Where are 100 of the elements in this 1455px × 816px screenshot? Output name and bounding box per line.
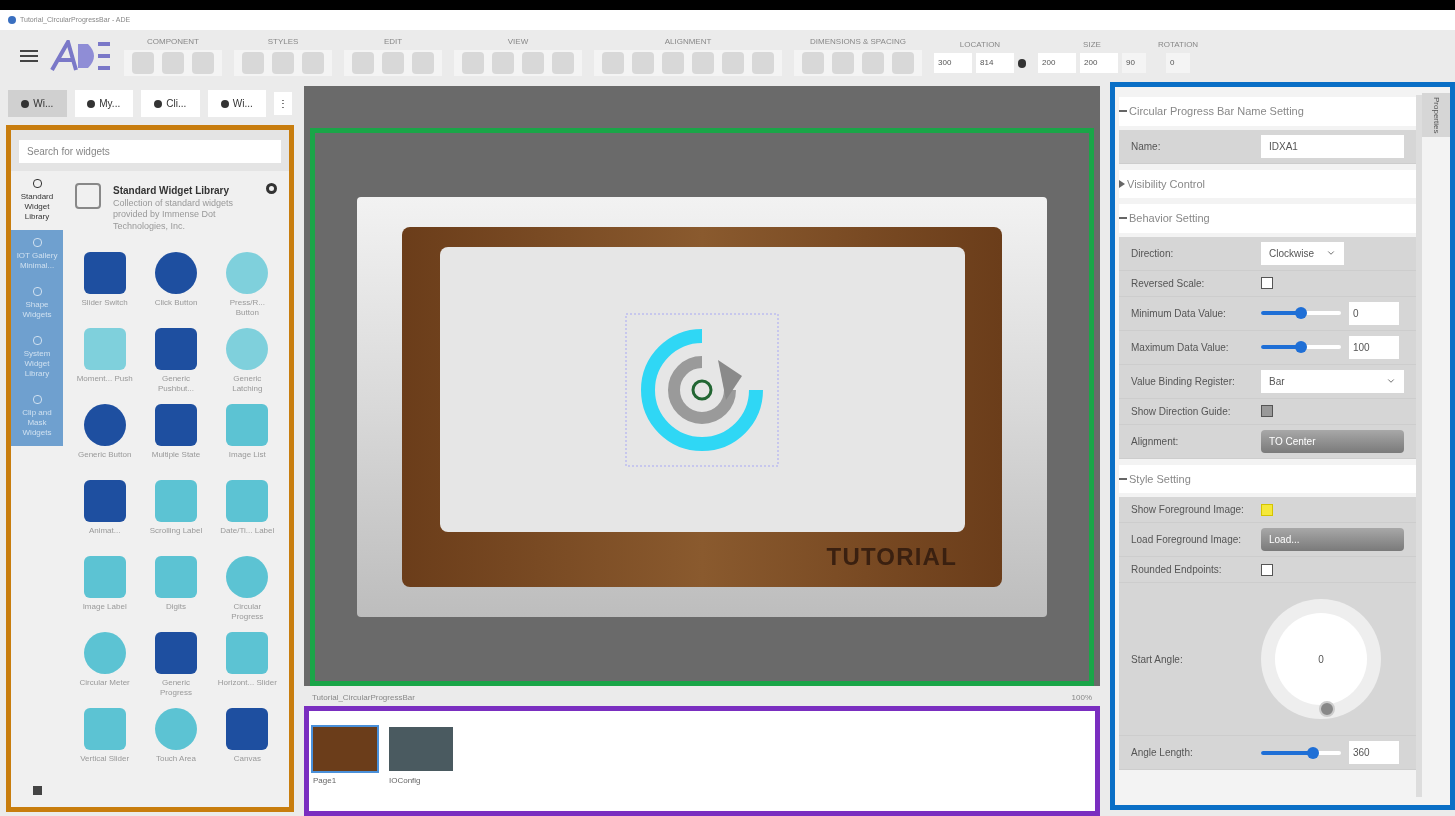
widget-tile[interactable]: Multiple State [146, 403, 206, 472]
toolbar-icon[interactable] [462, 52, 484, 74]
zoom-level: 100% [1071, 692, 1092, 704]
properties-tab[interactable]: Properties [1422, 93, 1450, 138]
widget-tile[interactable]: Animat... [75, 479, 135, 548]
widget-tile[interactable]: Horizont... Slider [217, 631, 277, 700]
group-label: STYLES [267, 36, 299, 48]
toolbar-icon[interactable] [382, 52, 404, 74]
group-label: VIEW [507, 36, 529, 48]
library-icon [75, 183, 101, 209]
panel-tab[interactable]: Wi... [207, 90, 266, 117]
x-field[interactable]: 300 [934, 53, 972, 73]
widget-tile[interactable]: Click Button [146, 251, 206, 320]
slider-thumb[interactable] [1295, 341, 1307, 353]
toolbar-icon[interactable] [832, 52, 854, 74]
property-label: Name: [1131, 139, 1162, 154]
group-label: ALIGNMENT [664, 36, 712, 48]
group-label: LOCATION [959, 39, 1001, 51]
toolbar-icon[interactable] [892, 52, 914, 74]
name-field[interactable]: IDXA1 [1261, 134, 1404, 158]
widget-tile[interactable]: Slider Switch [75, 251, 135, 320]
section-header[interactable]: Circular Progress Bar Name Setting [1119, 97, 1416, 126]
toolbar-icon[interactable] [692, 52, 714, 74]
category-tab[interactable]: Shape Widgets [11, 279, 63, 328]
widget-tile[interactable]: Vertical Slider [75, 707, 135, 776]
width-field[interactable]: 200 [1038, 53, 1076, 73]
slider-thumb[interactable] [1307, 746, 1319, 759]
widget-tile[interactable]: Circular Meter [75, 631, 135, 700]
dropdown[interactable]: Clockwise [1261, 241, 1344, 265]
panel-tab[interactable]: My... [74, 90, 133, 117]
dropdown[interactable]: Bar [1261, 369, 1404, 393]
toolbar-icon[interactable] [492, 52, 514, 74]
widget-tile[interactable]: Generic Pushbut... [146, 327, 206, 396]
toolbar-icon[interactable] [552, 52, 574, 74]
section-header[interactable]: Visibility Control [1119, 169, 1416, 198]
group-label: SIZE [1083, 39, 1101, 51]
checkbox[interactable] [1261, 405, 1273, 417]
search-field[interactable]: Search for widgets [19, 140, 281, 163]
property-label: Maximum Data Value: [1131, 340, 1230, 355]
property-label: Reversed Scale: [1131, 276, 1206, 291]
logo-icon [50, 40, 112, 72]
panel-tab[interactable]: Wi... [8, 90, 67, 117]
toolbar-icon[interactable] [862, 52, 884, 74]
chevron-down-icon [1326, 248, 1336, 258]
slider-thumb[interactable] [1295, 307, 1307, 319]
toolbar-icon[interactable] [352, 52, 374, 74]
toolbar-icon[interactable] [802, 52, 824, 74]
category-tab[interactable]: System Widget Library [11, 328, 63, 387]
widget-tile[interactable]: Image List [217, 403, 277, 472]
toolbar-icon[interactable] [752, 52, 774, 74]
widget-tile[interactable]: Generic Progress [146, 631, 206, 700]
toolbar-icon[interactable] [132, 52, 154, 74]
widget-tile[interactable]: Moment... Push [75, 327, 135, 396]
widget-tile[interactable]: Circular Progress [217, 555, 277, 624]
action-button[interactable]: TO Center [1261, 429, 1404, 453]
section-header[interactable]: Style Setting [1119, 464, 1416, 493]
panel-tab[interactable]: Cli... [141, 90, 200, 117]
widget-tile[interactable]: Canvas [217, 707, 277, 776]
widget-tile[interactable]: Digits [146, 555, 206, 624]
value-field[interactable]: 360 [1349, 741, 1399, 764]
y-field[interactable]: 814 [976, 53, 1014, 73]
toolbar-icon[interactable] [162, 52, 184, 74]
checkbox[interactable] [1261, 563, 1273, 576]
action-button[interactable]: Load... [1261, 528, 1404, 551]
angle-dial[interactable]: 0 [1261, 599, 1381, 719]
category-tab[interactable]: Clip and Mask Widgets [11, 387, 63, 446]
widget-tile[interactable]: Generic Button [75, 403, 135, 472]
widget-tile[interactable]: Image Label [75, 555, 135, 624]
toolbar-icon[interactable] [302, 52, 324, 74]
toolbar-icon[interactable] [272, 52, 294, 74]
library-title: Standard Widget Library [113, 184, 231, 198]
value-field[interactable]: 100 [1349, 335, 1399, 359]
more-tabs[interactable]: ⋮ [274, 92, 292, 115]
settings-icon[interactable] [266, 183, 277, 194]
widget-tile[interactable]: Scrolling Label [146, 479, 206, 548]
toolbar-icon[interactable] [242, 52, 264, 74]
toolbar-icon[interactable] [722, 52, 744, 74]
group-label: COMPONENT [147, 36, 199, 48]
property-label: Start Angle: [1131, 652, 1184, 667]
toolbar-icon[interactable] [192, 52, 214, 74]
category-tab[interactable]: IOT Gallery Minimal... [11, 230, 63, 279]
toolbar-icon[interactable] [602, 52, 624, 74]
chevron-down-icon [1386, 376, 1396, 386]
toolbar-icon[interactable] [412, 52, 434, 74]
widget-tile[interactable]: Press/R... Button [217, 251, 277, 320]
checkbox[interactable] [1261, 277, 1273, 289]
rotation-field[interactable]: 0 [1166, 53, 1191, 73]
toolbar-icon[interactable] [522, 52, 544, 74]
toolbar-icon[interactable] [632, 52, 654, 74]
property-label: Direction: [1131, 246, 1175, 261]
section-header[interactable]: Behavior Setting [1119, 204, 1416, 233]
size-field[interactable]: 90 [1122, 53, 1146, 73]
widget-tile[interactable]: Touch Area [146, 707, 206, 776]
widget-tile[interactable]: Generic Latching [217, 327, 277, 396]
checkbox[interactable] [1261, 503, 1273, 516]
toolbar-icon[interactable] [662, 52, 684, 74]
menu-icon[interactable] [20, 50, 38, 62]
value-field[interactable]: 0 [1349, 301, 1399, 325]
widget-tile[interactable]: Date/Ti... Label [217, 479, 277, 548]
height-field[interactable]: 200 [1080, 53, 1118, 73]
